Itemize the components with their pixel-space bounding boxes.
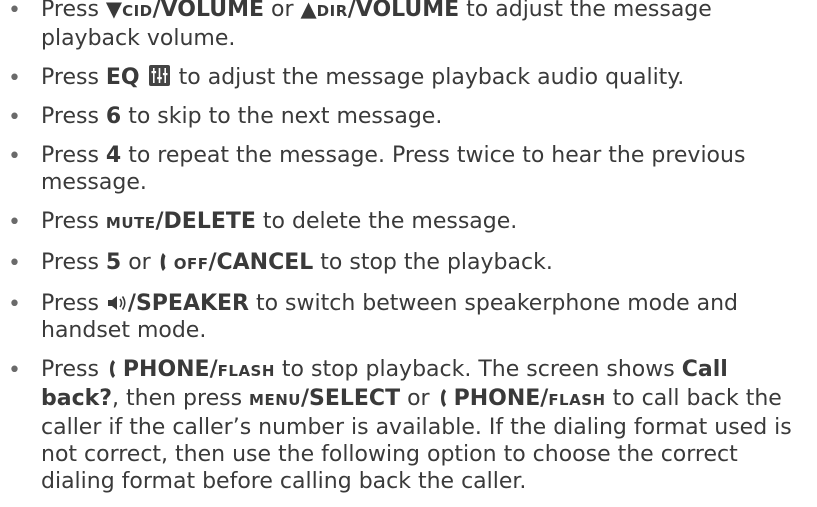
list-item-skip: • Press 6 to skip to the next message. (0, 103, 817, 130)
list-item-callback: • Press PHONE/FLASH to stop playback. Th… (0, 356, 817, 495)
bullet: • (8, 358, 21, 383)
bullet: • (8, 0, 21, 23)
item-text: Press (41, 0, 106, 22)
list-item-speaker: • Press /SPEAKER to switch between speak… (0, 290, 817, 344)
list-item-stop: • Press 5 or OFF/CANCEL to stop the play… (0, 249, 817, 278)
key-select: /SELECT (300, 386, 401, 411)
item-text: or (400, 386, 437, 411)
key-phone: PHONE (122, 357, 210, 382)
instruction-list: • Press ▼CID/VOLUME or ▲DIR/VOLUME to ad… (0, 0, 817, 495)
bullet: • (8, 210, 21, 235)
list-item-repeat: • Press 4 to repeat the message. Press t… (0, 142, 817, 196)
item-text: Press (41, 291, 106, 316)
bullet: • (8, 66, 21, 91)
key-slash: / (209, 357, 218, 382)
phone-icon (106, 357, 116, 382)
item-text: Press (41, 143, 106, 168)
key-cid: CID (122, 2, 153, 20)
key-volume-down: /VOLUME (152, 0, 265, 22)
key-volume-up: /VOLUME (347, 0, 460, 22)
down-triangle-icon: ▼ (105, 0, 123, 21)
key-flash: FLASH (217, 362, 275, 380)
item-text: to stop playback. The screen shows (274, 357, 682, 382)
item-text: , then press (112, 386, 250, 411)
item-text: Press (41, 65, 106, 90)
bullet: • (8, 251, 21, 276)
bullet: • (8, 144, 21, 169)
key-4: 4 (105, 143, 122, 168)
instruction-list-container: • Press ▼CID/VOLUME or ▲DIR/VOLUME to ad… (0, 0, 817, 507)
handset-off-icon (158, 250, 167, 275)
item-text: Press (41, 250, 106, 275)
item-text: to delete the message. (255, 209, 518, 234)
list-item-eq: • Press EQ to adjust the message playbac… (0, 64, 817, 91)
item-text: Press (41, 104, 106, 129)
key-5: 5 (105, 250, 122, 275)
phone-icon (437, 386, 447, 411)
equalizer-icon (148, 65, 170, 86)
key-dir: DIR (316, 2, 348, 20)
item-text: Press (41, 357, 106, 382)
key-off: OFF (173, 255, 209, 273)
key-speaker: /SPEAKER (127, 291, 249, 316)
list-item-volume: • Press ▼CID/VOLUME or ▲DIR/VOLUME to ad… (0, 0, 817, 52)
bullet: • (8, 105, 21, 130)
key-mute: MUTE (105, 214, 156, 232)
key-eq: EQ (105, 65, 140, 90)
item-text: to repeat the message. Press twice to he… (41, 143, 746, 195)
list-item-delete: • Press MUTE/DELETE to delete the messag… (0, 208, 817, 237)
key-menu: MENU (249, 391, 301, 409)
item-text: to stop the playback. (313, 250, 553, 275)
item-text: to skip to the next message. (121, 104, 443, 129)
item-text: to adjust the message playback audio qua… (171, 65, 685, 90)
item-text: or (264, 0, 301, 22)
key-flash: FLASH (548, 391, 606, 409)
key-delete: /DELETE (155, 209, 256, 234)
key-6: 6 (105, 104, 122, 129)
up-triangle-icon: ▲ (300, 0, 317, 21)
bullet: • (8, 292, 21, 317)
key-cancel: /CANCEL (208, 250, 314, 275)
item-text: or (121, 250, 158, 275)
key-phone: PHONE (453, 386, 541, 411)
item-text: Press (41, 209, 106, 234)
speaker-icon (106, 291, 128, 316)
